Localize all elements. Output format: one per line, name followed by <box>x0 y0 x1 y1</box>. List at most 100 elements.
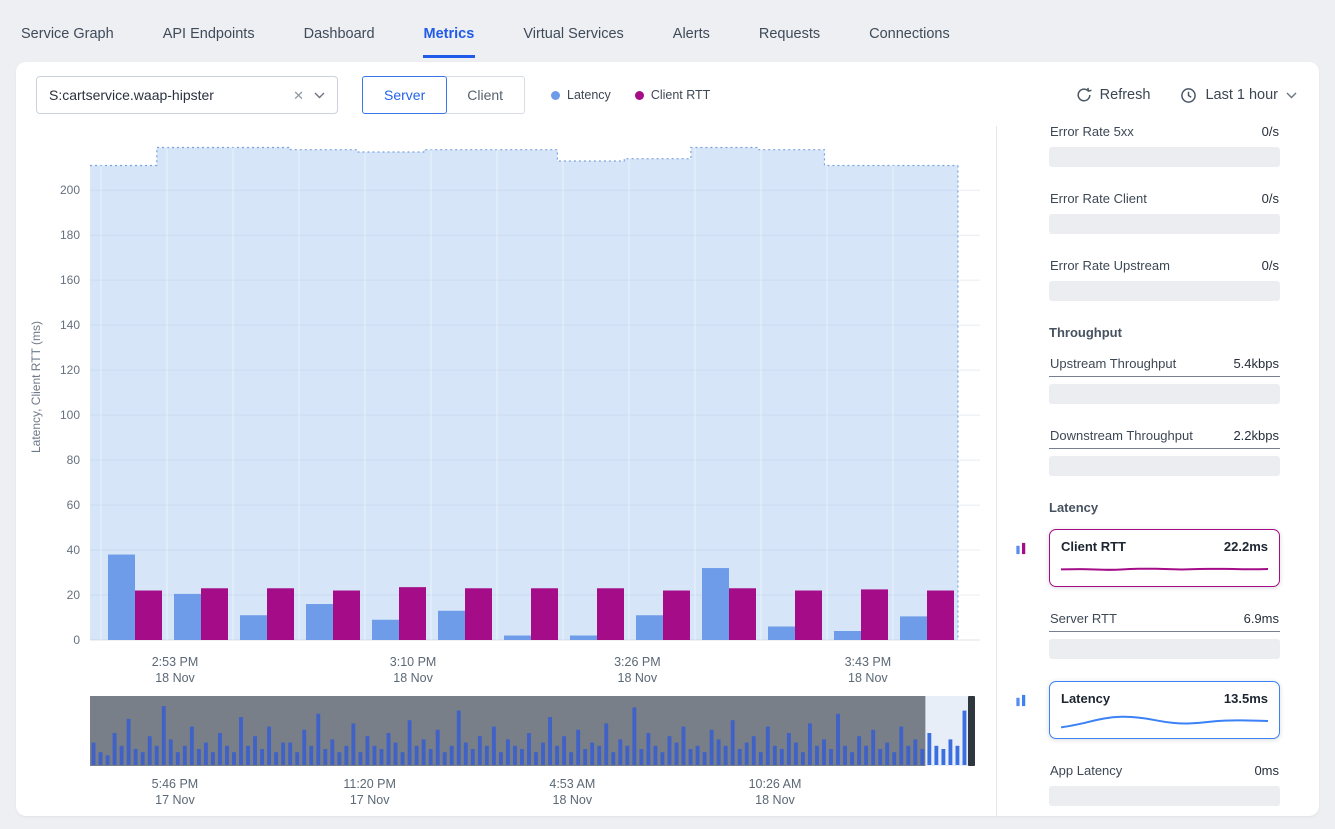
metric-sparkline-placeholder <box>1049 384 1280 404</box>
metric-row-latency: Latency 13.5ms <box>1011 681 1280 739</box>
chart-legend: Latency Client RTT <box>551 88 710 102</box>
svg-text:17 Nov: 17 Nov <box>350 793 390 806</box>
legend-dot <box>635 91 644 100</box>
top-navigation: Service Graph API Endpoints Dashboard Metri… <box>0 0 1335 62</box>
service-select-value: S:cartservice.waap-hipster <box>49 87 283 103</box>
svg-text:160: 160 <box>60 273 80 287</box>
metric-label: Error Rate Client <box>1050 191 1147 206</box>
legend-item-client-rtt[interactable]: Client RTT <box>635 88 711 102</box>
nav-tab-service-graph[interactable]: Service Graph <box>20 5 115 58</box>
metric-chart-icon <box>1014 541 1029 556</box>
brush-handle[interactable] <box>968 696 975 766</box>
metric-label: Downstream Throughput <box>1050 428 1193 443</box>
legend-dot <box>551 91 560 100</box>
clock-icon <box>1180 87 1197 104</box>
metric-value: 5.4kbps <box>1233 356 1279 371</box>
metric-row-upstream-throughput[interactable]: Upstream Throughput 5.4kbps <box>1011 354 1280 404</box>
nav-tab-alerts[interactable]: Alerts <box>672 5 711 58</box>
legend-item-latency[interactable]: Latency <box>551 88 611 102</box>
refresh-label: Refresh <box>1100 87 1151 103</box>
svg-text:20: 20 <box>67 588 81 602</box>
metric-card-client-rtt[interactable]: Client RTT 22.2ms <box>1049 529 1280 587</box>
metric-row-error-rate-upstream[interactable]: Error Rate Upstream 0/s <box>1011 256 1280 301</box>
svg-text:180: 180 <box>60 228 80 242</box>
metric-value: 13.5ms <box>1224 691 1268 706</box>
metric-row-downstream-throughput[interactable]: Downstream Throughput 2.2kbps <box>1011 426 1280 476</box>
svg-text:80: 80 <box>67 453 81 467</box>
svg-text:100: 100 <box>60 408 80 422</box>
svg-text:18 Nov: 18 Nov <box>155 671 195 685</box>
legend-label: Client RTT <box>651 88 711 102</box>
svg-text:18 Nov: 18 Nov <box>755 793 795 806</box>
metric-sparkline-placeholder <box>1049 281 1280 301</box>
metric-row-client-rtt: Client RTT 22.2ms <box>1011 529 1280 587</box>
metric-sparkline-placeholder <box>1049 456 1280 476</box>
metric-label: Upstream Throughput <box>1050 356 1176 371</box>
metrics-list: Error Rate 5xx 0/s Error Rate Client 0/s <box>997 126 1319 816</box>
toolbar: S:cartservice.waap-hipster ✕ Server Clie… <box>16 62 1319 126</box>
toolbar-right: Refresh Last 1 hour <box>1076 87 1297 104</box>
server-client-toggle: Server Client <box>362 76 525 114</box>
nav-tab-virtual-services[interactable]: Virtual Services <box>522 5 624 58</box>
svg-text:18 Nov: 18 Nov <box>618 671 658 685</box>
svg-text:3:26 PM: 3:26 PM <box>614 655 661 669</box>
time-range-label: Last 1 hour <box>1205 87 1278 103</box>
svg-text:18 Nov: 18 Nov <box>553 793 593 806</box>
clear-selection-icon[interactable]: ✕ <box>293 89 304 102</box>
metric-label: Latency <box>1061 691 1110 706</box>
metric-row-error-rate-5xx[interactable]: Error Rate 5xx 0/s <box>1011 126 1280 167</box>
nav-tab-api-endpoints[interactable]: API Endpoints <box>162 5 256 58</box>
metric-label: App Latency <box>1050 763 1122 778</box>
metric-value: 6.9ms <box>1244 611 1279 626</box>
svg-text:17 Nov: 17 Nov <box>155 793 195 806</box>
svg-text:3:10 PM: 3:10 PM <box>390 655 437 669</box>
refresh-button[interactable]: Refresh <box>1076 87 1151 103</box>
metric-row-app-latency[interactable]: App Latency 0ms <box>1011 761 1280 806</box>
svg-text:11:20 PM: 11:20 PM <box>343 777 396 791</box>
nav-tab-requests[interactable]: Requests <box>758 5 821 58</box>
metric-chart-icon <box>1014 693 1029 708</box>
svg-text:140: 140 <box>60 318 80 332</box>
metric-sparkline-placeholder <box>1049 214 1280 234</box>
latency-bar-chart: 0204060801001201401601802002:53 PM18 Nov… <box>24 126 984 694</box>
timeline-brush[interactable]: 5:46 PM 17 Nov 11:20 PM 17 Nov 4:53 AM 18 Nov… <box>24 694 984 806</box>
metric-value: 0/s <box>1262 191 1279 206</box>
metric-label: Client RTT <box>1061 539 1126 554</box>
svg-text:Latency, Client RTT (ms): Latency, Client RTT (ms) <box>29 321 43 453</box>
metric-sparkline-placeholder <box>1049 639 1280 659</box>
time-range-selector[interactable]: Last 1 hour <box>1180 87 1297 104</box>
chevron-down-icon <box>1286 92 1297 99</box>
metric-sparkline <box>1061 557 1268 581</box>
metric-row-error-rate-client[interactable]: Error Rate Client 0/s <box>1011 189 1280 234</box>
svg-text:3:43 PM: 3:43 PM <box>845 655 892 669</box>
metric-row-server-rtt[interactable]: Server RTT 6.9ms <box>1011 609 1280 659</box>
svg-text:0: 0 <box>73 633 80 647</box>
metric-value: 0ms <box>1254 763 1279 778</box>
svg-text:18 Nov: 18 Nov <box>848 671 888 685</box>
refresh-icon <box>1076 87 1092 103</box>
legend-label: Latency <box>567 88 611 102</box>
nav-tab-dashboard[interactable]: Dashboard <box>303 5 376 58</box>
metric-sparkline-placeholder <box>1049 786 1280 806</box>
nav-tab-connections[interactable]: Connections <box>868 5 951 58</box>
client-toggle-button[interactable]: Client <box>446 76 525 114</box>
svg-text:120: 120 <box>60 363 80 377</box>
metric-value: 0/s <box>1262 258 1279 273</box>
metrics-panel: S:cartservice.waap-hipster ✕ Server Clie… <box>16 62 1319 816</box>
svg-text:60: 60 <box>67 498 81 512</box>
svg-text:4:53 AM: 4:53 AM <box>549 777 595 791</box>
svg-text:2:53 PM: 2:53 PM <box>152 655 199 669</box>
nav-tab-metrics[interactable]: Metrics <box>423 5 476 58</box>
svg-text:18 Nov: 18 Nov <box>393 671 433 685</box>
metric-value: 0/s <box>1262 126 1279 139</box>
metric-value: 2.2kbps <box>1233 428 1279 443</box>
server-toggle-button[interactable]: Server <box>362 76 447 114</box>
metrics-sidebar[interactable]: Error Rate 5xx 0/s Error Rate Client 0/s <box>996 126 1319 816</box>
svg-text:5:46 PM: 5:46 PM <box>152 777 199 791</box>
svg-text:10:26 AM: 10:26 AM <box>749 777 802 791</box>
metric-value: 22.2ms <box>1224 539 1268 554</box>
chevron-down-icon[interactable] <box>314 92 325 99</box>
service-select[interactable]: S:cartservice.waap-hipster ✕ <box>36 76 338 114</box>
metric-card-latency[interactable]: Latency 13.5ms <box>1049 681 1280 739</box>
chart-area: 0204060801001201401601802002:53 PM18 Nov… <box>16 126 996 816</box>
